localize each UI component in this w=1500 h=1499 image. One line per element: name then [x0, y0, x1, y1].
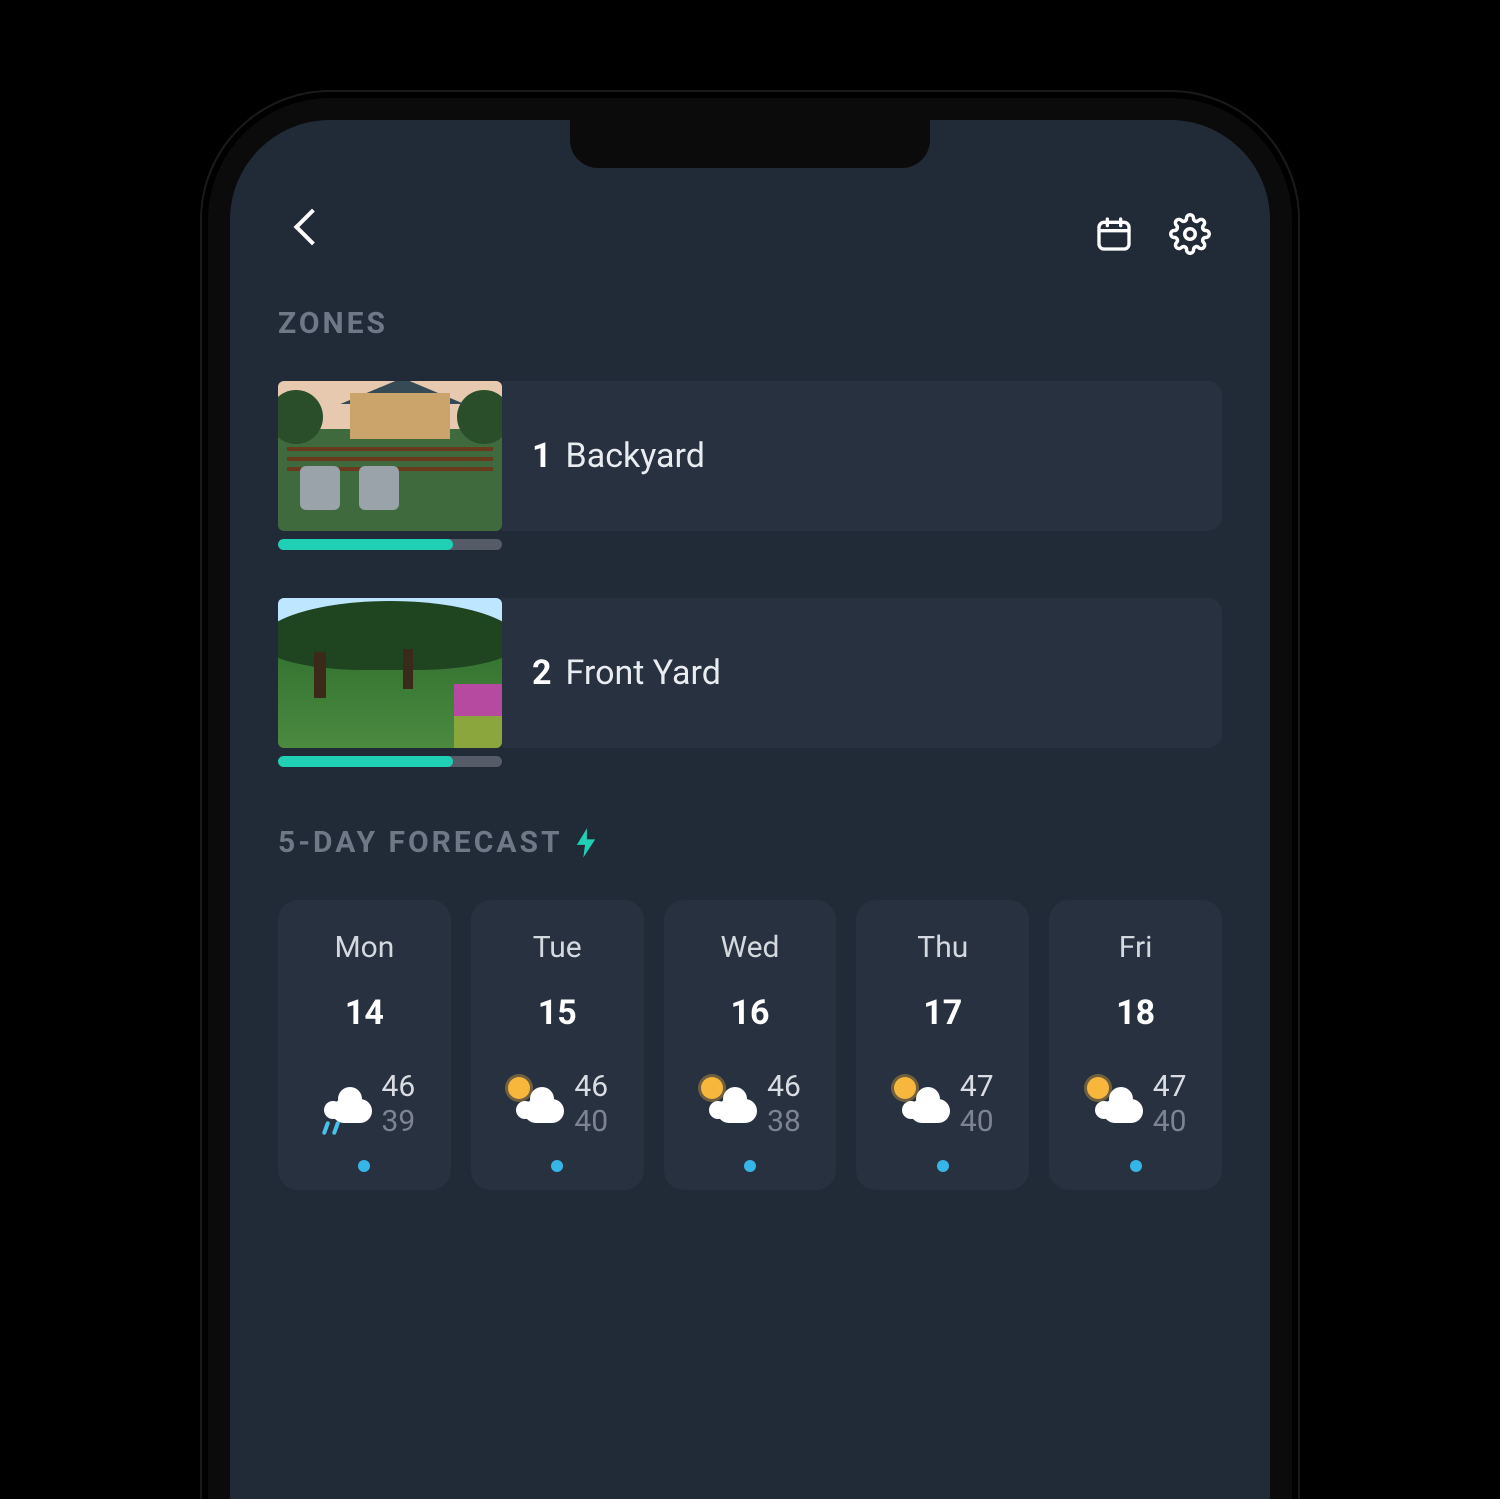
day-number: 16 [730, 993, 769, 1033]
weather-partly-sunny-icon [506, 1079, 564, 1129]
indicator-dot [1130, 1160, 1142, 1172]
gear-icon [1169, 213, 1211, 255]
zone-body: 1 Backyard [502, 381, 1222, 531]
forecast-day-thu[interactable]: Thu 17 47 40 [856, 900, 1029, 1190]
back-button[interactable] [286, 210, 334, 258]
temp-high: 46 [574, 1069, 608, 1104]
calendar-button[interactable] [1090, 210, 1138, 258]
indicator-dot [358, 1160, 370, 1172]
forecast-day-fri[interactable]: Fri 18 47 40 [1049, 900, 1222, 1190]
temp-high: 46 [382, 1069, 416, 1104]
temp-low: 40 [574, 1104, 608, 1139]
temp-low: 39 [382, 1104, 416, 1139]
zone-number: 2 [532, 653, 552, 693]
settings-button[interactable] [1166, 210, 1214, 258]
forecast-day-wed[interactable]: Wed 16 46 38 [664, 900, 837, 1190]
forecast-title-text: 5-DAY FORECAST [278, 825, 563, 860]
zones-section-title: ZONES [278, 306, 1222, 341]
day-name: Tue [533, 930, 582, 965]
forecast-section-title: 5-DAY FORECAST [278, 825, 1222, 860]
forecast-grid: Mon 14 46 39 Tue 15 [278, 900, 1222, 1190]
calendar-icon [1094, 214, 1134, 254]
temp-high: 47 [960, 1069, 994, 1104]
phone-notch [570, 120, 930, 168]
zone-progress-fill [278, 756, 453, 767]
zone-thumbnail [278, 598, 502, 748]
chevron-left-icon [299, 214, 321, 254]
temp-high: 47 [1153, 1069, 1187, 1104]
day-number: 18 [1116, 993, 1155, 1033]
temp-low: 40 [1153, 1104, 1187, 1139]
temp-low: 38 [767, 1104, 801, 1139]
forecast-day-tue[interactable]: Tue 15 46 40 [471, 900, 644, 1190]
forecast-day-mon[interactable]: Mon 14 46 39 [278, 900, 451, 1190]
weather-rain-icon [314, 1079, 372, 1129]
zones-title-text: ZONES [278, 306, 388, 341]
weather-partly-sunny-icon [699, 1079, 757, 1129]
weather-partly-sunny-icon [1085, 1079, 1143, 1129]
zone-name: Backyard [566, 436, 705, 476]
day-name: Thu [917, 930, 968, 965]
zone-progress [278, 756, 502, 767]
indicator-dot [937, 1160, 949, 1172]
day-name: Mon [334, 930, 394, 965]
indicator-dot [551, 1160, 563, 1172]
bolt-icon [575, 828, 597, 858]
header [278, 210, 1222, 258]
weather-partly-sunny-icon [892, 1079, 950, 1129]
zone-number: 1 [532, 436, 552, 476]
day-number: 15 [538, 993, 577, 1033]
phone-frame: ZONES 1 Backyard [200, 90, 1300, 1499]
day-name: Fri [1119, 930, 1153, 965]
zone-progress [278, 539, 502, 550]
day-name: Wed [720, 930, 779, 965]
zones-list: 1 Backyard [278, 381, 1222, 767]
app-screen: ZONES 1 Backyard [230, 120, 1270, 1499]
day-number: 14 [345, 993, 384, 1033]
indicator-dot [744, 1160, 756, 1172]
day-number: 17 [923, 993, 962, 1033]
zone-name: Front Yard [566, 653, 721, 693]
zone-progress-fill [278, 539, 453, 550]
zone-thumbnail [278, 381, 502, 531]
zone-body: 2 Front Yard [502, 598, 1222, 748]
zone-card-backyard[interactable]: 1 Backyard [278, 381, 1222, 550]
temp-high: 46 [767, 1069, 801, 1104]
temp-low: 40 [960, 1104, 994, 1139]
zone-card-frontyard[interactable]: 2 Front Yard [278, 598, 1222, 767]
